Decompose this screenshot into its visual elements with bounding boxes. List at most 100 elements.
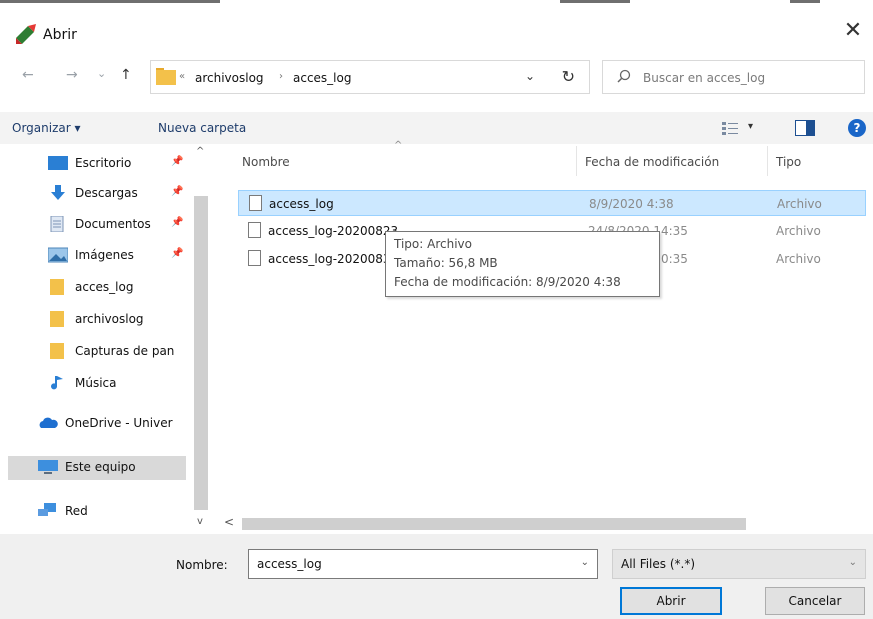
preview-pane-icon[interactable] [795, 120, 815, 136]
file-tooltip: Tipo: Archivo Tamaño: 56,8 MB Fecha de m… [385, 231, 660, 297]
nav-label: Imágenes [75, 248, 134, 262]
title-bar: Abrir ✕ [0, 8, 873, 50]
breadcrumb-acces-log[interactable]: acces_log [293, 71, 351, 85]
file-row[interactable]: access_log 8/9/2020 4:38 Archivo [238, 190, 866, 216]
nav-item-este-equipo[interactable]: Este equipo [8, 456, 186, 480]
column-header-date[interactable]: Fecha de modificación [585, 155, 719, 169]
nav-item-acces-log[interactable]: acces_log [48, 276, 198, 300]
address-bar[interactable]: « archivoslog › acces_log ⌄ ↻ [150, 60, 590, 94]
computer-icon [38, 460, 58, 474]
file-icon [248, 250, 261, 266]
view-dropdown-icon[interactable]: ▾ [748, 121, 753, 132]
scroll-up-icon[interactable]: ^ [196, 146, 204, 157]
tooltip-modified: Fecha de modificación: 8/9/2020 4:38 [394, 275, 621, 289]
file-type: Archivo [777, 197, 822, 211]
file-name: access_log [269, 197, 334, 211]
forward-arrow-icon[interactable]: → [66, 67, 78, 83]
new-folder-button[interactable]: Nueva carpeta [158, 121, 246, 135]
address-row: ← → ⌄ ↑ « archivoslog › acces_log ⌄ ↻ Bu… [0, 58, 873, 98]
nav-label: Descargas [75, 186, 138, 200]
file-name-input[interactable]: access_log ⌄ [248, 549, 598, 579]
file-icon [249, 195, 262, 211]
nav-item-red[interactable]: Red [38, 500, 188, 524]
chevron-down-icon: ⌄ [848, 557, 857, 568]
open-button[interactable]: Abrir [620, 587, 722, 615]
column-divider[interactable] [767, 146, 768, 176]
nav-label: Este equipo [65, 460, 136, 474]
tooltip-type: Tipo: Archivo [394, 237, 472, 251]
horizontal-scrollbar-thumb[interactable] [242, 518, 746, 530]
command-bar: Organizar ▾ Nueva carpeta ▾ ? [0, 112, 873, 144]
chevron-down-icon[interactable]: ⌄ [581, 557, 589, 568]
nav-item-descargas[interactable]: Descargas 📌 [48, 182, 198, 206]
nav-label: OneDrive - Univer [65, 416, 173, 430]
cloud-icon [39, 417, 58, 428]
file-icon [248, 222, 261, 238]
nav-item-documentos[interactable]: Documentos 📌 [48, 213, 198, 237]
desktop-icon [48, 156, 68, 170]
nav-item-imagenes[interactable]: Imágenes 📌 [48, 244, 198, 268]
folder-icon [50, 343, 64, 359]
nav-item-archivoslog[interactable]: archivoslog [48, 308, 198, 332]
nav-item-musica[interactable]: Música [48, 372, 198, 396]
nav-item-capturas[interactable]: Capturas de pan [48, 340, 198, 364]
scroll-left-icon[interactable]: < [224, 515, 234, 529]
nav-label: Documentos [75, 217, 151, 231]
nav-label: archivoslog [75, 312, 144, 326]
navigation-pane: Escritorio 📌 Descargas 📌 Documentos 📌 Im… [0, 144, 212, 534]
sort-indicator-icon: ^ [394, 140, 403, 151]
document-icon [50, 216, 64, 232]
nav-label: Música [75, 376, 117, 390]
address-dropdown-icon[interactable]: ⌄ [525, 69, 535, 83]
back-arrow-icon[interactable]: ← [22, 67, 34, 83]
search-placeholder: Buscar en acces_log [643, 71, 766, 85]
file-type-value: All Files (*.*) [621, 557, 696, 571]
file-type-select[interactable]: All Files (*.*) ⌄ [612, 549, 866, 579]
file-name: access_log-20200823 [268, 224, 399, 238]
folder-icon [156, 68, 176, 85]
window-title: Abrir [43, 27, 77, 43]
view-options-icon[interactable] [722, 121, 738, 135]
search-input[interactable]: Buscar en acces_log [602, 60, 865, 94]
column-header-name[interactable]: Nombre [242, 155, 290, 169]
download-icon [51, 185, 65, 200]
search-icon [617, 69, 631, 83]
folder-icon [50, 311, 64, 327]
cancel-button[interactable]: Cancelar [765, 587, 865, 615]
breadcrumb-overflow[interactable]: « [179, 71, 185, 82]
refresh-icon[interactable]: ↻ [562, 67, 575, 86]
nav-item-escritorio[interactable]: Escritorio 📌 [48, 152, 198, 176]
pin-icon: 📌 [171, 248, 184, 259]
file-name-label: Nombre: [176, 558, 228, 572]
file-date: 8/9/2020 4:38 [589, 197, 674, 211]
app-icon [16, 24, 36, 44]
open-file-dialog: Abrir ✕ ← → ⌄ ↑ « archivoslog › acces_lo… [0, 0, 873, 619]
nav-label: acces_log [75, 280, 134, 294]
nav-scrollbar-thumb[interactable] [194, 196, 208, 510]
column-divider[interactable] [576, 146, 577, 176]
breadcrumb-archivoslog[interactable]: archivoslog [195, 71, 264, 85]
recent-locations-chevron-icon[interactable]: ⌄ [97, 67, 106, 80]
column-header-type[interactable]: Tipo [776, 155, 801, 169]
music-icon [51, 376, 63, 390]
pin-icon: 📌 [171, 217, 184, 228]
breadcrumb-separator: › [279, 71, 283, 82]
top-edge [0, 0, 873, 6]
close-icon[interactable]: ✕ [841, 20, 865, 44]
pin-icon: 📌 [171, 186, 184, 197]
pictures-icon [48, 247, 68, 263]
scroll-down-icon[interactable]: v [197, 516, 203, 527]
file-type: Archivo [776, 252, 821, 266]
up-arrow-icon[interactable]: ↑ [120, 67, 132, 83]
file-name-value: access_log [257, 557, 322, 571]
help-icon[interactable]: ? [848, 119, 866, 137]
nav-label: Escritorio [75, 156, 132, 170]
file-type: Archivo [776, 224, 821, 238]
network-icon [38, 503, 56, 516]
folder-icon [50, 279, 64, 295]
nav-label: Red [65, 504, 88, 518]
nav-item-onedrive[interactable]: OneDrive - Univer [38, 412, 188, 436]
pin-icon: 📌 [171, 156, 184, 167]
organize-button[interactable]: Organizar ▾ [12, 121, 81, 135]
file-name: access_log-20200830 [268, 252, 399, 266]
